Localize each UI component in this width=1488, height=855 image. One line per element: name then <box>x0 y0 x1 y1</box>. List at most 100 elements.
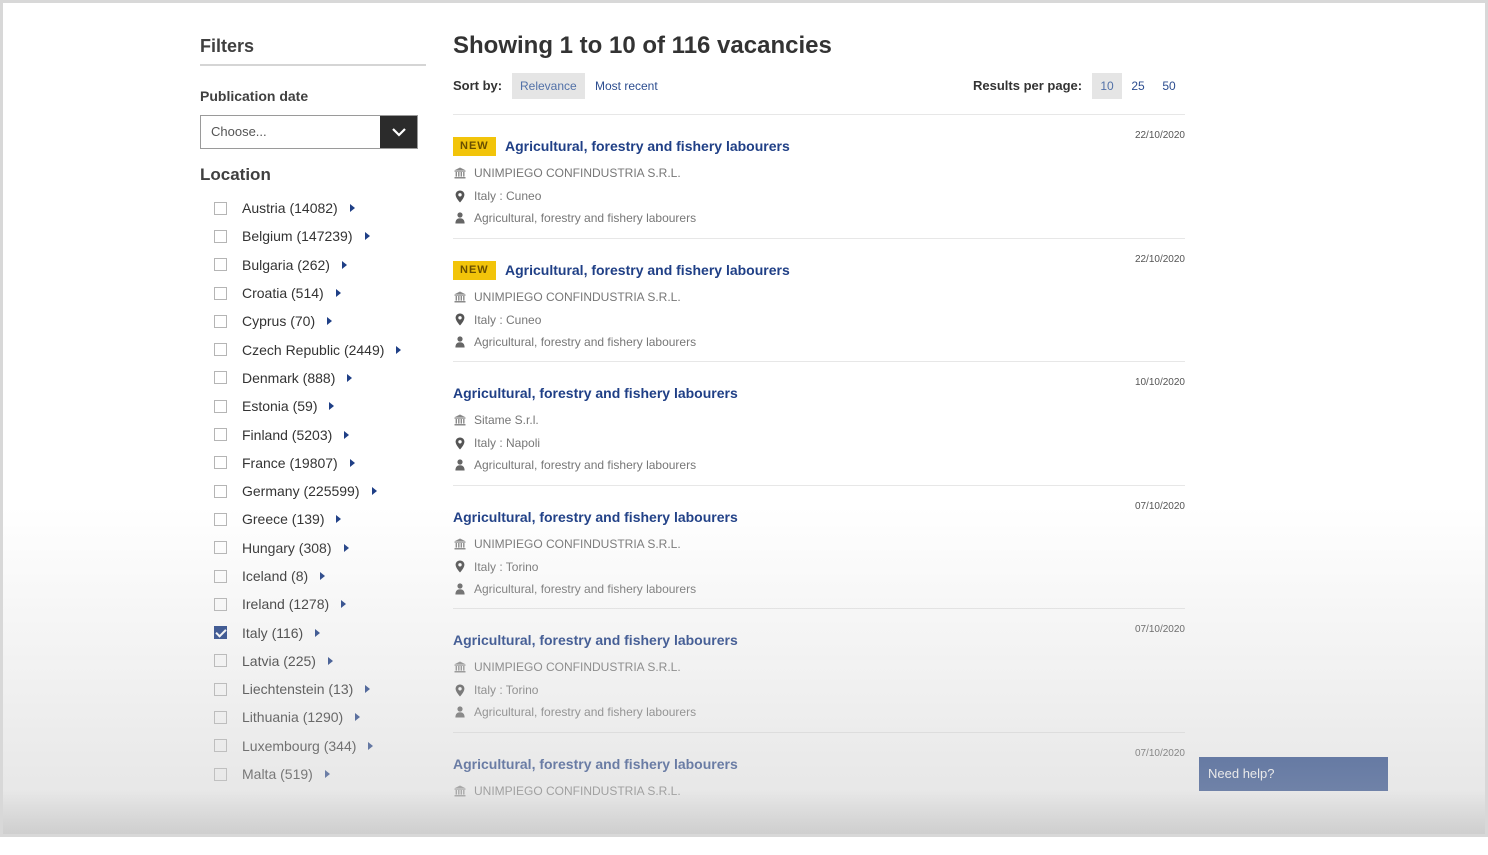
location-checkbox[interactable] <box>214 230 227 243</box>
location-label[interactable]: Bulgaria (262) <box>242 257 330 273</box>
location-label[interactable]: Estonia (59) <box>242 398 317 414</box>
location-label[interactable]: Italy (116) <box>242 625 303 641</box>
caret-right-icon[interactable] <box>365 685 370 693</box>
location-label[interactable]: Denmark (888) <box>242 370 335 386</box>
caret-right-icon[interactable] <box>344 544 349 552</box>
location-label[interactable]: Ireland (1278) <box>242 596 329 612</box>
location-checkbox[interactable] <box>214 315 227 328</box>
caret-right-icon[interactable] <box>344 431 349 439</box>
location-item[interactable]: Austria (14082) <box>200 194 426 222</box>
caret-right-icon[interactable] <box>350 204 355 212</box>
result-title-link[interactable]: Agricultural, forestry and fishery labou… <box>453 631 738 650</box>
caret-right-icon[interactable] <box>329 402 334 410</box>
location-label[interactable]: Croatia (514) <box>242 285 324 301</box>
caret-right-icon[interactable] <box>336 515 341 523</box>
results-per-page-50[interactable]: 50 <box>1154 73 1184 99</box>
location-label[interactable]: Latvia (225) <box>242 653 316 669</box>
location-item[interactable]: Denmark (888) <box>200 364 426 392</box>
publication-date-select[interactable]: Choose... <box>200 115 418 149</box>
location-item[interactable]: Malta (519) <box>200 760 426 788</box>
location-item[interactable]: Greece (139) <box>200 505 426 533</box>
location-item[interactable]: Belgium (147239) <box>200 222 426 250</box>
location-checkbox[interactable] <box>214 683 227 696</box>
result-title-link[interactable]: Agricultural, forestry and fishery labou… <box>453 755 738 774</box>
location-label[interactable]: Luxembourg (344) <box>242 738 356 754</box>
location-checkbox[interactable] <box>214 287 227 300</box>
location-label[interactable]: Lithuania (1290) <box>242 709 343 725</box>
location-item[interactable]: Croatia (514) <box>200 279 426 307</box>
caret-right-icon[interactable] <box>347 374 352 382</box>
location-label[interactable]: France (19807) <box>242 455 338 471</box>
caret-right-icon[interactable] <box>336 289 341 297</box>
caret-right-icon[interactable] <box>315 629 320 637</box>
location-checkbox[interactable] <box>214 711 227 724</box>
location-label[interactable]: Cyprus (70) <box>242 313 315 329</box>
location-item[interactable]: Czech Republic (2449) <box>200 335 426 363</box>
location-item[interactable]: Finland (5203) <box>200 420 426 448</box>
caret-right-icon[interactable] <box>327 317 332 325</box>
location-item[interactable]: Germany (225599) <box>200 477 426 505</box>
sort-option-relevance[interactable]: Relevance <box>512 73 585 99</box>
location-label[interactable]: Austria (14082) <box>242 200 338 216</box>
location-checkbox[interactable] <box>214 654 227 667</box>
location-label[interactable]: Greece (139) <box>242 511 324 527</box>
result-title-link[interactable]: Agricultural, forestry and fishery labou… <box>505 137 790 156</box>
location-checkbox[interactable] <box>214 258 227 271</box>
location-label[interactable]: Hungary (308) <box>242 540 332 556</box>
caret-right-icon[interactable] <box>368 742 373 750</box>
location-item[interactable]: Lithuania (1290) <box>200 703 426 731</box>
location-checkbox[interactable] <box>214 541 227 554</box>
location-item[interactable]: Liechtenstein (13) <box>200 675 426 703</box>
location-item[interactable]: Latvia (225) <box>200 647 426 675</box>
location-checkbox[interactable] <box>214 598 227 611</box>
result-location-text: Italy : Napoli <box>474 436 540 450</box>
location-checkbox[interactable] <box>214 739 227 752</box>
location-checkbox[interactable] <box>214 626 227 639</box>
location-label[interactable]: Malta (519) <box>242 766 313 782</box>
location-checkbox[interactable] <box>214 485 227 498</box>
caret-right-icon[interactable] <box>342 261 347 269</box>
results-per-page-25[interactable]: 25 <box>1123 73 1153 99</box>
results-per-page-10[interactable]: 10 <box>1092 73 1122 99</box>
location-checkbox[interactable] <box>214 400 227 413</box>
location-item[interactable]: Estonia (59) <box>200 392 426 420</box>
location-checkbox[interactable] <box>214 428 227 441</box>
publication-date-select-value[interactable]: Choose... <box>201 116 380 148</box>
location-label[interactable]: Germany (225599) <box>242 483 360 499</box>
location-checkbox[interactable] <box>214 343 227 356</box>
caret-right-icon[interactable] <box>350 459 355 467</box>
location-label[interactable]: Czech Republic (2449) <box>242 342 384 358</box>
location-label[interactable]: Iceland (8) <box>242 568 308 584</box>
caret-right-icon[interactable] <box>372 487 377 495</box>
caret-right-icon[interactable] <box>355 713 360 721</box>
location-item[interactable]: France (19807) <box>200 449 426 477</box>
location-item[interactable]: Cyprus (70) <box>200 307 426 335</box>
caret-right-icon[interactable] <box>365 232 370 240</box>
location-checkbox[interactable] <box>214 371 227 384</box>
location-item[interactable]: Luxembourg (344) <box>200 732 426 760</box>
location-label[interactable]: Finland (5203) <box>242 427 332 443</box>
caret-right-icon[interactable] <box>328 657 333 665</box>
result-title-link[interactable]: Agricultural, forestry and fishery labou… <box>453 384 738 403</box>
location-item[interactable]: Bulgaria (262) <box>200 251 426 279</box>
result-title-link[interactable]: Agricultural, forestry and fishery labou… <box>453 508 738 527</box>
need-help-button[interactable]: Need help? <box>1199 757 1388 791</box>
location-item[interactable]: Iceland (8) <box>200 562 426 590</box>
location-checkbox[interactable] <box>214 456 227 469</box>
result-title-link[interactable]: Agricultural, forestry and fishery labou… <box>505 261 790 280</box>
chevron-down-icon[interactable] <box>380 116 417 148</box>
location-item[interactable]: Ireland (1278) <box>200 590 426 618</box>
location-label[interactable]: Liechtenstein (13) <box>242 681 353 697</box>
location-item[interactable]: Hungary (308) <box>200 534 426 562</box>
caret-right-icon[interactable] <box>320 572 325 580</box>
sort-option-most-recent[interactable]: Most recent <box>587 73 666 99</box>
caret-right-icon[interactable] <box>341 600 346 608</box>
location-label[interactable]: Belgium (147239) <box>242 228 353 244</box>
location-checkbox[interactable] <box>214 513 227 526</box>
caret-right-icon[interactable] <box>396 346 401 354</box>
location-checkbox[interactable] <box>214 570 227 583</box>
location-checkbox[interactable] <box>214 202 227 215</box>
location-item[interactable]: Italy (116) <box>200 618 426 646</box>
caret-right-icon[interactable] <box>325 770 330 778</box>
location-checkbox[interactable] <box>214 768 227 781</box>
